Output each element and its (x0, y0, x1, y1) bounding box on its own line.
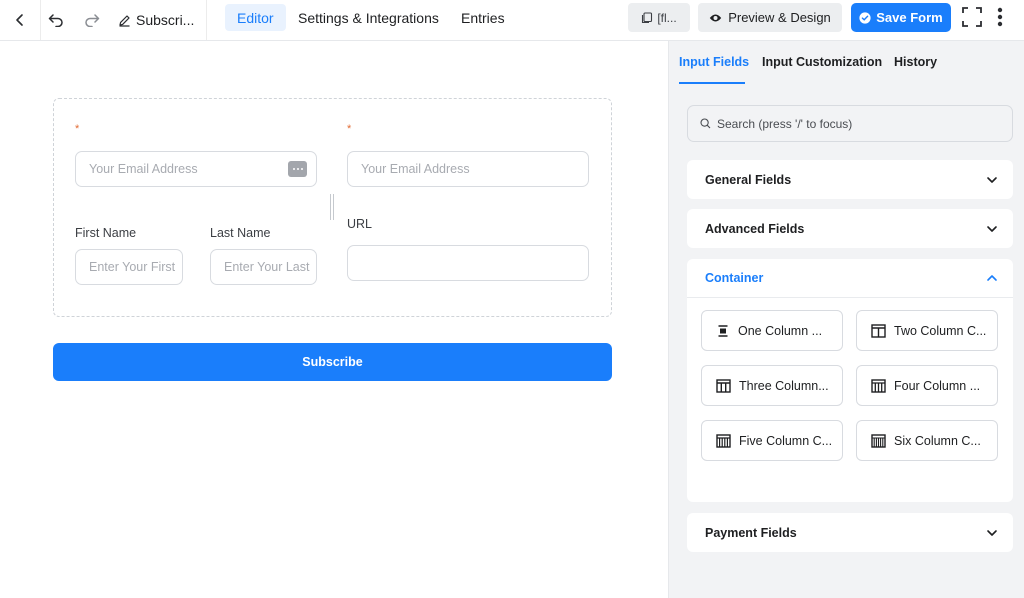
url-label: URL (347, 217, 373, 231)
preview-label: Preview & Design (728, 10, 831, 25)
section-title: General Fields (705, 172, 792, 187)
more-options-button[interactable] (992, 6, 1008, 28)
tab-entries[interactable]: Entries (449, 4, 517, 31)
eye-icon (709, 14, 722, 21)
five-column-container-button[interactable]: Five Column C... (701, 420, 843, 461)
five-column-icon (716, 433, 731, 448)
section-header[interactable]: Payment Fields (687, 513, 1013, 552)
last-name-label: Last Name (210, 226, 271, 240)
shortcode-label: [fl... (657, 10, 677, 25)
email-field-2[interactable]: Your Email Address (347, 151, 589, 187)
six-column-container-button[interactable]: Six Column C... (856, 420, 998, 461)
email-placeholder: Your Email Address (89, 162, 198, 176)
redo-icon (85, 14, 100, 27)
section-title: Container (705, 271, 764, 285)
tab-settings-integrations[interactable]: Settings & Integrations (286, 4, 451, 31)
section-header[interactable]: Container (687, 259, 1013, 298)
search-icon (700, 118, 711, 129)
divider (206, 0, 207, 40)
container-item-label: Two Column C... (894, 323, 987, 338)
required-mark: * (347, 123, 352, 135)
save-label: Save Form (876, 10, 943, 25)
editor-canvas: * * Your Email Address Your Email Addres… (0, 41, 668, 598)
six-column-icon (871, 433, 886, 448)
divider (40, 0, 41, 40)
container-item-label: One Column ... (738, 323, 823, 338)
section-header[interactable]: Advanced Fields (687, 209, 1013, 248)
section-header[interactable]: General Fields (687, 160, 1013, 199)
fullscreen-button[interactable] (961, 6, 983, 28)
chevron-up-icon (987, 275, 997, 281)
two-column-icon (871, 323, 886, 338)
last-name-placeholder: Enter Your Last (224, 260, 310, 274)
save-form-button[interactable]: Save Form (851, 3, 951, 32)
panel-tabs: Input Fields Input Customization History (669, 41, 1024, 85)
one-column-icon (718, 324, 728, 337)
column-resize-handle[interactable] (330, 194, 334, 220)
shortcode-button[interactable]: [fl... (628, 3, 690, 32)
two-column-container-button[interactable]: Two Column C... (856, 310, 998, 351)
top-bar: Subscri... Editor Settings & Integration… (0, 0, 1024, 41)
search-placeholder: Search (press '/' to focus) (717, 116, 853, 131)
copy-icon (642, 11, 653, 23)
required-mark: * (75, 123, 80, 135)
fullscreen-icon (962, 7, 982, 27)
container-item-label: Five Column C... (739, 433, 833, 448)
form-title-text: Subscri... (136, 12, 195, 28)
chevron-down-icon (987, 225, 997, 232)
four-column-icon (871, 378, 886, 393)
one-column-container-button[interactable]: One Column ... (701, 310, 843, 351)
section-title: Payment Fields (705, 525, 797, 540)
four-column-container-button[interactable]: Four Column ... (856, 365, 998, 406)
field-search-input[interactable]: Search (press '/' to focus) (687, 105, 1013, 142)
subscribe-button[interactable]: Subscribe (53, 343, 612, 381)
tab-input-fields[interactable]: Input Fields (679, 55, 749, 69)
chevron-left-icon (16, 14, 23, 26)
advanced-fields-section[interactable]: Advanced Fields (687, 209, 1013, 248)
fields-panel: Input Fields Input Customization History… (668, 41, 1024, 598)
pencil-icon (119, 14, 130, 27)
back-button[interactable] (0, 0, 40, 40)
payment-fields-section[interactable]: Payment Fields (687, 513, 1013, 552)
redo-button[interactable] (80, 0, 104, 40)
undo-icon (48, 14, 63, 27)
container-section: Container One Column ... Two Column C...… (687, 259, 1013, 502)
kebab-menu-icon (997, 7, 1003, 27)
chevron-down-icon (987, 176, 997, 183)
email-field[interactable]: Your Email Address (75, 151, 317, 187)
first-name-placeholder: Enter Your First (89, 260, 176, 274)
first-name-label: First Name (75, 226, 137, 240)
chevron-down-icon (987, 529, 997, 536)
autofill-icon (288, 161, 307, 177)
tab-editor[interactable]: Editor (225, 4, 286, 31)
container-item-label: Six Column C... (894, 433, 981, 448)
three-column-icon (716, 378, 731, 393)
url-field[interactable] (347, 245, 589, 281)
preview-design-button[interactable]: Preview & Design (698, 3, 842, 32)
check-circle-icon (859, 11, 871, 24)
tab-input-customization[interactable]: Input Customization (762, 55, 882, 69)
two-column-container[interactable]: * * Your Email Address Your Email Addres… (53, 98, 612, 317)
general-fields-section[interactable]: General Fields (687, 160, 1013, 199)
container-item-label: Three Column... (739, 378, 829, 393)
three-column-container-button[interactable]: Three Column... (701, 365, 843, 406)
active-tab-indicator (679, 82, 745, 84)
container-item-label: Four Column ... (894, 378, 981, 393)
email-placeholder: Your Email Address (361, 162, 470, 176)
tab-history[interactable]: History (894, 55, 937, 69)
section-title: Advanced Fields (705, 221, 805, 236)
last-name-field[interactable]: Enter Your Last (210, 249, 317, 285)
first-name-field[interactable]: Enter Your First (75, 249, 183, 285)
undo-button[interactable] (44, 0, 68, 40)
form-title[interactable]: Subscri... (118, 0, 194, 40)
